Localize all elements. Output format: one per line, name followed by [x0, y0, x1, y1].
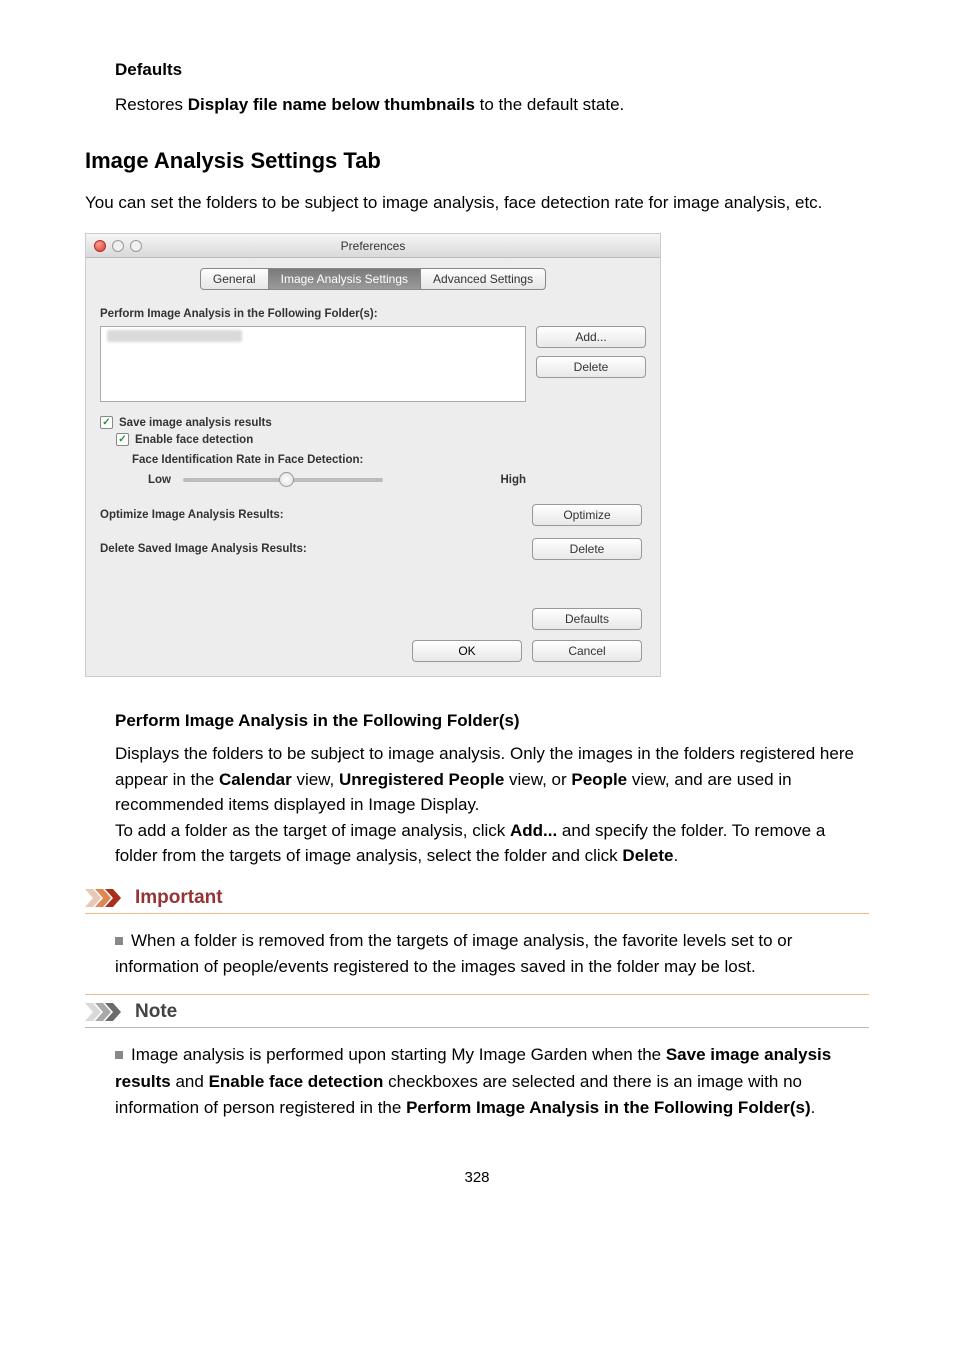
defaults-text-pre: Restores	[115, 95, 188, 114]
note-b1d: .	[811, 1098, 816, 1117]
note-b1b: and	[171, 1072, 209, 1091]
preferences-dialog: Preferences General Image Analysis Setti…	[85, 233, 661, 677]
enable-face-label: Enable face detection	[135, 434, 253, 446]
important-heading: Important	[85, 887, 869, 914]
delete-button[interactable]: Delete	[536, 356, 646, 378]
defaults-text-bold: Display file name below thumbnails	[188, 95, 475, 114]
slider-high-label: High	[500, 474, 526, 486]
ok-button[interactable]: OK	[412, 640, 522, 662]
note-face: Enable face detection	[209, 1072, 384, 1091]
tabs: General Image Analysis Settings Advanced…	[100, 268, 646, 290]
defaults-button[interactable]: Defaults	[532, 608, 642, 630]
save-results-checkbox-row: Save image analysis results	[100, 416, 646, 429]
note-callout: Note Image analysis is performed upon st…	[85, 1001, 869, 1135]
expl-add: Add...	[510, 821, 557, 840]
tab-advanced-settings[interactable]: Advanced Settings	[420, 268, 546, 290]
add-button[interactable]: Add...	[536, 326, 646, 348]
page-title: Image Analysis Settings Tab	[85, 148, 869, 174]
expl-people: People	[571, 770, 627, 789]
checkbox-enable-face[interactable]	[116, 433, 129, 446]
note-label: Note	[135, 1001, 177, 1023]
important-body: When a folder is removed from the target…	[85, 914, 869, 996]
expl-unregistered: Unregistered People	[339, 770, 504, 789]
perform-analysis-heading: Perform Image Analysis in the Following …	[115, 711, 869, 731]
note-heading: Note	[85, 1001, 869, 1028]
expl-p2c: .	[673, 846, 678, 865]
folder-item-blurred	[107, 330, 242, 342]
note-body: Image analysis is performed upon startin…	[85, 1028, 869, 1135]
face-rate-slider[interactable]	[183, 478, 383, 482]
expl-delete: Delete	[622, 846, 673, 865]
chevron-icon	[85, 889, 127, 907]
defaults-text-post: to the default state.	[475, 95, 624, 114]
note-perform: Perform Image Analysis in the Following …	[406, 1098, 811, 1117]
face-rate-slider-row: Low High	[148, 474, 646, 486]
tab-general[interactable]: General	[200, 268, 269, 290]
chevron-icon	[85, 1003, 127, 1021]
enable-face-checkbox-row: Enable face detection	[116, 433, 646, 446]
tab-image-analysis-settings[interactable]: Image Analysis Settings	[269, 268, 420, 290]
note-b1a: Image analysis is performed upon startin…	[131, 1045, 666, 1064]
slider-knob[interactable]	[279, 472, 294, 487]
expl-p1b: view,	[292, 770, 339, 789]
delete-saved-label: Delete Saved Image Analysis Results:	[100, 543, 307, 555]
folder-list[interactable]	[100, 326, 526, 402]
face-rate-label: Face Identification Rate in Face Detecti…	[132, 454, 646, 466]
defaults-text: Restores Display file name below thumbna…	[115, 92, 869, 118]
checkbox-save-results[interactable]	[100, 416, 113, 429]
page-number: 328	[85, 1169, 869, 1186]
save-results-label: Save image analysis results	[119, 417, 272, 429]
optimize-label: Optimize Image Analysis Results:	[100, 509, 284, 521]
defaults-heading: Defaults	[115, 60, 869, 80]
defaults-section: Defaults Restores Display file name belo…	[115, 60, 869, 118]
dialog-title: Preferences	[86, 239, 660, 253]
expl-calendar: Calendar	[219, 770, 292, 789]
bullet-icon	[115, 937, 123, 945]
intro-text: You can set the folders to be subject to…	[85, 190, 869, 216]
bullet-icon	[115, 1051, 123, 1059]
expl-p2a: To add a folder as the target of image a…	[115, 821, 510, 840]
slider-low-label: Low	[148, 474, 171, 486]
important-callout: Important When a folder is removed from …	[85, 887, 869, 996]
cancel-button[interactable]: Cancel	[532, 640, 642, 662]
expl-p1c: view, or	[504, 770, 571, 789]
delete-saved-button[interactable]: Delete	[532, 538, 642, 560]
perform-analysis-explanation: Perform Image Analysis in the Following …	[115, 711, 869, 869]
important-label: Important	[135, 887, 223, 909]
dialog-titlebar: Preferences	[86, 234, 660, 258]
important-text: When a folder is removed from the target…	[115, 931, 792, 976]
perform-analysis-label: Perform Image Analysis in the Following …	[100, 308, 646, 320]
perform-analysis-body: Displays the folders to be subject to im…	[115, 741, 869, 869]
optimize-button[interactable]: Optimize	[532, 504, 642, 526]
